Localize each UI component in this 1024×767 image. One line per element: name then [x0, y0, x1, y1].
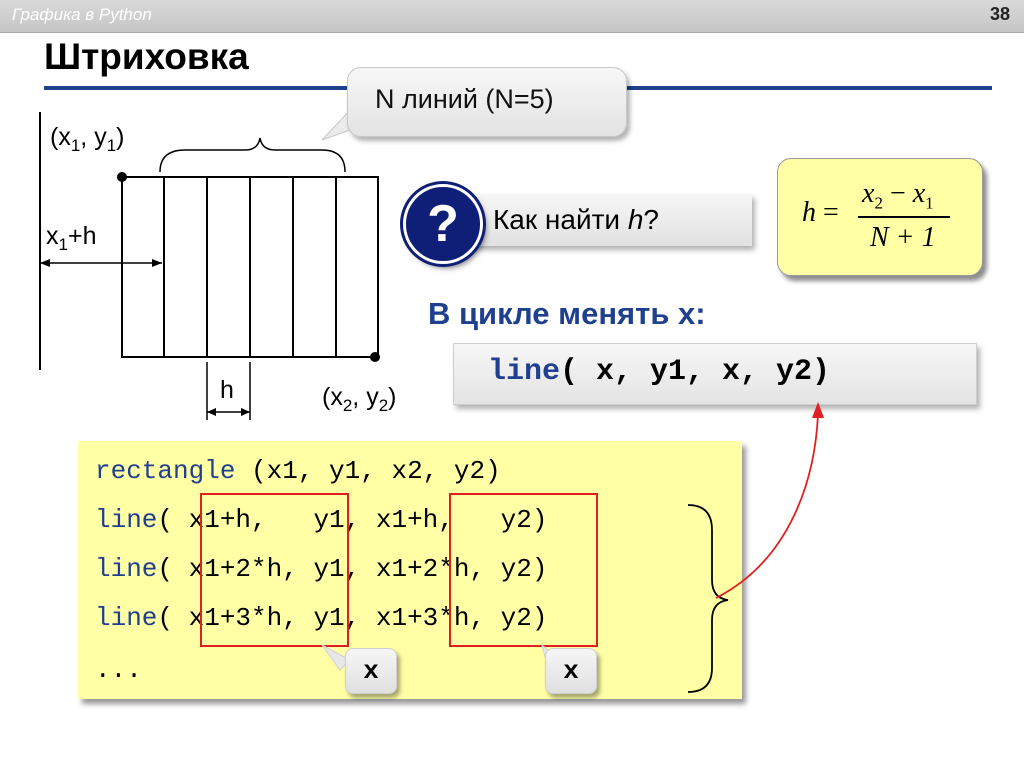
brace-right — [687, 504, 729, 693]
annotation-arrows — [321, 402, 824, 693]
red-arrow — [715, 413, 819, 599]
x-tag-right: x — [545, 648, 597, 694]
x-tag-left: x — [345, 648, 397, 694]
